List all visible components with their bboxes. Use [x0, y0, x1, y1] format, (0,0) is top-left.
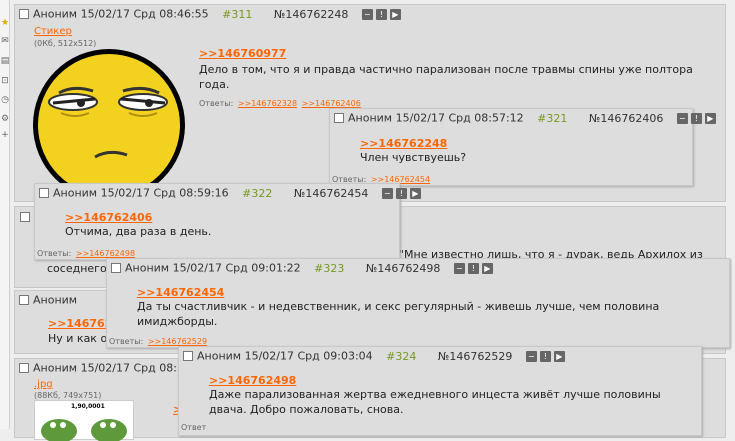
chat-icon[interactable]: ▤: [0, 56, 10, 66]
clock-icon[interactable]: ◷: [0, 95, 10, 105]
post-header: Аноним 15/02/17 Срд 08:46:55 #311 №14676…: [19, 7, 404, 21]
file-name[interactable]: .jpg: [34, 379, 53, 390]
report-icon[interactable]: !: [375, 9, 387, 20]
play-icon[interactable]: ▶: [481, 263, 493, 274]
pepe-image[interactable]: 1,90,0001: [34, 400, 134, 441]
star-icon[interactable]: ★: [0, 18, 10, 28]
minus-icon[interactable]: −: [676, 113, 688, 124]
reply-link[interactable]: >>146762498: [209, 374, 296, 387]
minus-icon[interactable]: −: [525, 351, 537, 362]
select-checkbox[interactable]: [20, 212, 30, 222]
play-icon[interactable]: ▶: [553, 351, 565, 362]
select-checkbox[interactable]: [334, 113, 344, 123]
reply-link[interactable]: >>146762: [48, 317, 112, 330]
mail-icon[interactable]: ✉: [0, 36, 10, 46]
post-number[interactable]: #322: [242, 187, 272, 200]
post-number[interactable]: #324: [386, 350, 416, 363]
replies: Ответы: >>146762529: [109, 337, 207, 346]
post-author: Аноним: [53, 186, 98, 200]
replies-label: Ответ: [181, 423, 207, 432]
post-id[interactable]: №146762454: [294, 187, 368, 200]
select-checkbox[interactable]: [183, 351, 193, 361]
play-icon[interactable]: ▶: [389, 9, 401, 20]
post-header: Аноним 15/02/17 Срд 08:5: [19, 361, 184, 375]
replies-label: Ответы:: [199, 99, 234, 108]
replies-label: Ответы:: [37, 249, 72, 258]
post-author: Аноним: [197, 349, 242, 363]
select-checkbox[interactable]: [111, 263, 121, 273]
post-323: Аноним 15/02/17 Срд 09:01:22 #323 №14676…: [106, 258, 730, 348]
select-checkbox[interactable]: [19, 9, 29, 19]
replies: Ответы: >>146762498: [37, 249, 135, 258]
plus-icon[interactable]: +: [0, 130, 10, 140]
post-321: Аноним 15/02/17 Срд 08:57:12 #321 №14676…: [329, 108, 716, 186]
gear-icon[interactable]: ⚙: [0, 114, 10, 124]
post-author: Аноним: [348, 111, 393, 125]
post-author: Аноним: [33, 293, 78, 307]
post-id[interactable]: №146762248: [274, 8, 348, 21]
post-author: Аноним: [33, 7, 78, 21]
reply-link[interactable]: >>146762248: [360, 137, 447, 150]
select-checkbox[interactable]: [19, 295, 29, 305]
reply-ref[interactable]: >>146762498: [76, 249, 135, 258]
select-checkbox[interactable]: [19, 363, 29, 373]
report-icon[interactable]: !: [467, 263, 479, 274]
post-324: Аноним 15/02/17 Срд 09:03:04 #324 №14676…: [178, 346, 702, 436]
select-checkbox[interactable]: [39, 188, 49, 198]
browser-sidebar: ★ ✉ ▤ ⊡ ◷ ⚙ +: [0, 0, 10, 429]
post-header: Аноним 15/02/17 Срд 08:59:16 #322 №14676…: [39, 186, 424, 200]
report-icon[interactable]: !: [539, 351, 551, 362]
post-number[interactable]: #323: [314, 262, 344, 275]
replies-label: Ответы:: [109, 337, 144, 346]
post-header: Аноним 15/02/17 Срд 08:57:12 #321 №14676…: [334, 111, 719, 125]
minus-icon[interactable]: −: [453, 263, 465, 274]
reply-link[interactable]: >>146760977: [199, 47, 286, 60]
report-icon[interactable]: !: [395, 188, 407, 199]
post-id[interactable]: №146762406: [589, 112, 663, 125]
post-text: Даже парализованная жертва ежедневного и…: [209, 388, 661, 416]
reply-ref[interactable]: >>146762328: [238, 99, 297, 108]
post-number[interactable]: #311: [222, 8, 252, 21]
post-text: Да ты счастливчик - и недевственник, и с…: [137, 300, 660, 328]
post-number[interactable]: #321: [537, 112, 567, 125]
post-id[interactable]: №146762529: [438, 350, 512, 363]
minus-icon[interactable]: −: [381, 188, 393, 199]
play-icon[interactable]: ▶: [704, 113, 716, 124]
post-text-fragment: соседнего: [47, 262, 107, 275]
reply-ref[interactable]: >>146762529: [148, 337, 207, 346]
reply-ref[interactable]: >>146762406: [302, 99, 361, 108]
file-name[interactable]: Стикер: [34, 26, 72, 37]
post-header: Аноним 15/02/17 Срд 09:03:04 #324 №14676…: [183, 349, 568, 363]
reply-link[interactable]: >>146762454: [137, 286, 224, 299]
post-text: Дело в том, что я и правда частично пара…: [199, 63, 693, 91]
replies: Ответ: [181, 423, 206, 432]
report-icon[interactable]: !: [690, 113, 702, 124]
post-text-fragment: Ну и как о: [48, 332, 108, 345]
minus-icon[interactable]: −: [361, 9, 373, 20]
post-header: Аноним: [19, 293, 77, 307]
file-info: (88Кб, 749x751): [34, 391, 102, 400]
post-date: 15/02/17 Срд 08:57:12: [395, 111, 524, 125]
post-date: 15/02/17 Срд 08:5: [80, 361, 184, 375]
post-text: Член чувствуешь?: [360, 151, 467, 164]
post-text: Отчима, два раза в день.: [65, 225, 212, 238]
post-date: 15/02/17 Срд 09:03:04: [244, 349, 373, 363]
post-date: 15/02/17 Срд 08:59:16: [100, 186, 229, 200]
post-date: 15/02/17 Срд 09:01:22: [172, 261, 301, 275]
post-author: Аноним: [125, 261, 170, 275]
post-date: 15/02/17 Срд 08:46:55: [80, 7, 209, 21]
play-icon[interactable]: ▶: [409, 188, 421, 199]
post-id[interactable]: №146762498: [366, 262, 440, 275]
reply-link[interactable]: >>146762406: [65, 211, 152, 224]
replies: Ответы: >>146762328 >>146762406: [199, 99, 361, 108]
post-322: Аноним 15/02/17 Срд 08:59:16 #322 №14676…: [34, 183, 421, 260]
post-author: Аноним: [33, 361, 78, 375]
bookmark-icon[interactable]: ⊡: [0, 76, 10, 86]
post-header: Аноним 15/02/17 Срд 09:01:22 #323 №14676…: [111, 261, 496, 275]
